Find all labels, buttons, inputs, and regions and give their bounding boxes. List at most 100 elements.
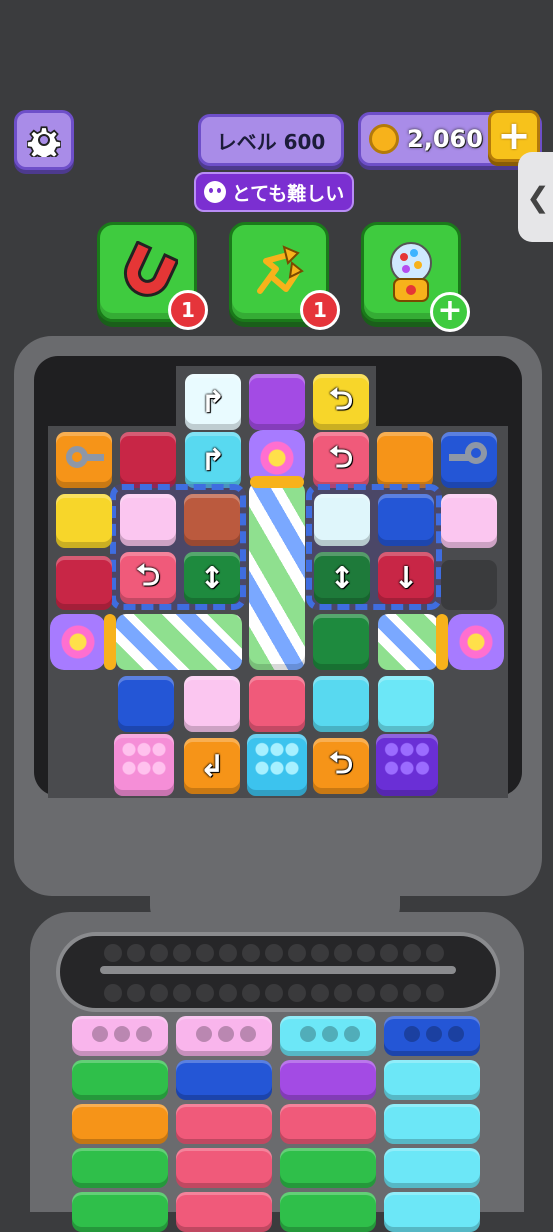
collected-block (280, 1148, 376, 1188)
tile-paleblue[interactable] (314, 494, 370, 546)
belt-slot (219, 984, 237, 1002)
collected-block (280, 1192, 376, 1232)
tile-pink-bubble[interactable] (114, 734, 174, 796)
tile-purple-bubble[interactable] (376, 734, 438, 796)
tile-blue-row4[interactable] (118, 676, 174, 732)
candy-cap-right (436, 614, 448, 670)
cup-hole (344, 1026, 360, 1042)
candy-donut-right[interactable] (448, 614, 504, 670)
belt-slot (426, 944, 444, 962)
belt-slot (380, 984, 398, 1002)
shuffle-count-badge: 1 (300, 290, 340, 330)
belt-slot (334, 944, 352, 962)
belt-slot (173, 984, 191, 1002)
tile-orange-key[interactable] (56, 432, 112, 488)
tile-white-arrow[interactable]: ↱ (185, 374, 241, 430)
tile-yellow[interactable] (56, 494, 112, 548)
chevron-left-icon: ❮ (526, 180, 550, 214)
tile-lightpink[interactable] (120, 494, 176, 546)
candy-donut-left[interactable] (50, 614, 106, 670)
tile-orange-arrow-row5[interactable]: ↲ (184, 738, 240, 794)
level-label: レベル 600 (216, 129, 326, 154)
tile-darkgreen-arrow[interactable]: ↕ (314, 552, 370, 604)
difficulty-badge: とても難しい (194, 172, 354, 212)
tile-red-arrow[interactable]: ⮌ (120, 552, 176, 604)
tile-yellow-arrow[interactable]: ⮌ (313, 374, 369, 430)
collected-block (176, 1104, 272, 1144)
belt-slot (426, 984, 444, 1002)
tile-orange-arrow-row5b[interactable]: ⮌ (313, 738, 369, 794)
collected-block (72, 1104, 168, 1144)
belt-slot (403, 944, 421, 962)
belt-slot (196, 944, 214, 962)
tile-aqua-row4[interactable] (378, 676, 434, 732)
belt-slot (311, 984, 329, 1002)
belt-slot (357, 984, 375, 1002)
gear-icon (27, 126, 61, 157)
shuffle-icon (257, 245, 304, 294)
collected-block (72, 1148, 168, 1188)
collected-block (280, 1060, 376, 1100)
tile-crimson[interactable] (120, 432, 176, 488)
tile-crimson-arrow[interactable]: ↓ (378, 552, 434, 604)
cup-hole (196, 1026, 212, 1042)
belt-slot (150, 984, 168, 1002)
level-indicator: レベル 600 (198, 114, 344, 166)
tile-brown[interactable] (184, 494, 240, 546)
belt-slot (104, 944, 122, 962)
tile-crimson-left[interactable] (56, 556, 112, 610)
cup-hole (404, 1026, 420, 1042)
side-tab[interactable]: ❮ (518, 152, 553, 242)
tile-coral-row4[interactable] (249, 676, 305, 732)
candy-bar-right[interactable] (378, 614, 438, 670)
candy-bar-left[interactable] (116, 614, 242, 670)
belt-slot (380, 944, 398, 962)
belt-slot (288, 984, 306, 1002)
cup-hole (448, 1026, 464, 1042)
conveyor-rail (100, 966, 456, 974)
collected-block (280, 1104, 376, 1144)
candy-cap-left (104, 614, 116, 670)
difficulty-label: とても難しい (231, 182, 345, 205)
cup-hole (218, 1026, 234, 1042)
belt-slot (357, 944, 375, 962)
cup-hole (240, 1026, 256, 1042)
belt-slot (127, 944, 145, 962)
cup-hole (426, 1026, 442, 1042)
coin-icon (369, 124, 399, 154)
gumball-add-badge[interactable]: + (430, 292, 470, 332)
candy-cap-top (250, 476, 304, 488)
settings-button[interactable] (14, 110, 74, 170)
belt-slot (403, 984, 421, 1002)
belt-slot (242, 944, 260, 962)
collected-block (384, 1192, 480, 1232)
skull-icon (203, 181, 226, 203)
tile-cyan-row4[interactable] (313, 676, 369, 732)
tile-blue-key[interactable] (441, 432, 497, 488)
tile-pink-arrow[interactable]: ⮌ (313, 432, 369, 488)
tile-pink-right[interactable] (441, 494, 497, 548)
tile-green-arrow[interactable]: ↕ (184, 552, 240, 604)
belt-slot (173, 944, 191, 962)
belt-slot (311, 944, 329, 962)
tile-purple[interactable] (249, 374, 305, 430)
cup-hole (136, 1026, 152, 1042)
tile-cyan-arrow[interactable]: ↱ (185, 432, 241, 488)
tile-orange[interactable] (377, 432, 433, 488)
belt-slot (334, 984, 352, 1002)
candy-pillar-vertical[interactable] (249, 482, 305, 670)
tile-blue[interactable] (378, 494, 434, 546)
collected-block (72, 1192, 168, 1232)
collected-block (384, 1148, 480, 1188)
belt-slot (288, 944, 306, 962)
collected-block (384, 1060, 480, 1100)
tile-green-middle[interactable] (313, 614, 369, 670)
tile-cyan-bubble[interactable] (247, 734, 307, 796)
tile-empty-slot (441, 560, 497, 610)
cup-hole (92, 1026, 108, 1042)
belt-slot (219, 944, 237, 962)
belt-slot (104, 984, 122, 1002)
tile-lightpink-row4[interactable] (184, 676, 240, 732)
magnet-count-badge: 1 (168, 290, 208, 330)
collected-block (176, 1148, 272, 1188)
